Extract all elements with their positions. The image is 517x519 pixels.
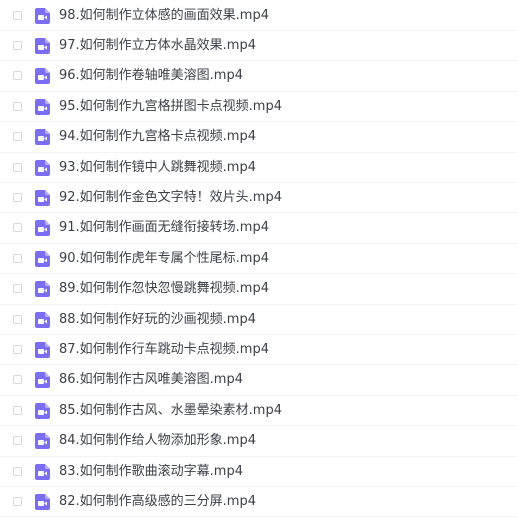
file-row[interactable]: 89.如何制作忽快忽慢跳舞视频.mp4	[0, 275, 517, 305]
video-file-icon	[35, 463, 50, 480]
video-file-icon	[35, 68, 50, 85]
file-row[interactable]: 90.如何制作虎年专属个性尾标.mp4	[0, 244, 517, 275]
video-file-icon	[35, 37, 50, 54]
row-checkbox[interactable]	[13, 71, 22, 81]
row-checkbox[interactable]	[13, 132, 22, 142]
file-name[interactable]: 82.如何制作高级感的三分屏.mp4	[59, 494, 256, 510]
video-file-icon	[35, 129, 50, 146]
video-file-icon	[35, 311, 50, 328]
file-name[interactable]: 89.如何制作忽快忽慢跳舞视频.mp4	[59, 281, 269, 297]
video-file-icon	[35, 493, 50, 510]
row-checkbox[interactable]	[13, 162, 22, 172]
file-list: 98.如何制作立体感的画面效果.mp4 97.如何制作立方体水晶效果.mp4 96.…	[0, 0, 517, 519]
file-row[interactable]: 97.如何制作立方体水晶效果.mp4	[0, 31, 517, 62]
row-checkbox[interactable]	[13, 10, 22, 20]
video-file-icon	[35, 341, 50, 358]
file-name[interactable]: 94.如何制作九宫格卡点视频.mp4	[59, 129, 256, 145]
row-checkbox[interactable]	[13, 284, 22, 294]
row-checkbox[interactable]	[13, 253, 22, 263]
video-file-icon	[35, 189, 50, 206]
file-row[interactable]: 88.如何制作好玩的沙画视频.mp4	[0, 305, 517, 335]
file-row[interactable]: 92.如何制作金色文字特！效片头.mp4	[0, 183, 517, 214]
row-checkbox[interactable]	[13, 192, 22, 202]
file-row[interactable]: 93.如何制作镜中人跳舞视频.mp4	[0, 153, 517, 183]
file-row[interactable]: 95.如何制作九宫格拼图卡点视频.mp4	[0, 92, 517, 123]
video-file-icon	[35, 402, 50, 419]
row-checkbox[interactable]	[13, 40, 22, 50]
file-row[interactable]: 86.如何制作古风唯美溶图.mp4	[0, 366, 517, 396]
file-row[interactable]: 91.如何制作画面无缝衔接转场.mp4	[0, 214, 517, 244]
file-row[interactable]: 82.如何制作高级感的三分屏.mp4	[0, 487, 517, 518]
row-checkbox[interactable]	[13, 344, 22, 354]
video-file-icon	[35, 281, 50, 298]
file-name[interactable]: 91.如何制作画面无缝衔接转场.mp4	[59, 220, 269, 236]
row-checkbox[interactable]	[13, 314, 22, 324]
video-file-icon	[35, 98, 50, 115]
video-file-icon	[35, 7, 50, 24]
file-row[interactable]: 83.如何制作歌曲滚动字幕.mp4	[0, 457, 517, 487]
video-file-icon	[35, 250, 50, 267]
file-name[interactable]: 93.如何制作镜中人跳舞视频.mp4	[59, 160, 256, 176]
file-name[interactable]: 92.如何制作金色文字特！效片头.mp4	[59, 190, 282, 206]
row-checkbox[interactable]	[13, 101, 22, 111]
row-checkbox[interactable]	[13, 436, 22, 446]
file-name[interactable]: 87.如何制作行车跳动卡点视频.mp4	[59, 342, 269, 358]
file-name[interactable]: 86.如何制作古风唯美溶图.mp4	[59, 372, 243, 388]
file-row[interactable]: 84.如何制作给人物添加形象.mp4	[0, 427, 517, 457]
file-row[interactable]: 96.如何制作卷轴唯美溶图.mp4	[0, 62, 517, 92]
file-name[interactable]: 84.如何制作给人物添加形象.mp4	[59, 433, 256, 449]
row-checkbox[interactable]	[13, 375, 22, 385]
file-name[interactable]: 98.如何制作立体感的画面效果.mp4	[59, 8, 269, 24]
video-file-icon	[35, 159, 50, 176]
video-file-icon	[35, 433, 50, 450]
file-row[interactable]: 98.如何制作立体感的画面效果.mp4	[0, 1, 517, 31]
row-checkbox[interactable]	[13, 496, 22, 506]
file-name[interactable]: 85.如何制作古风、水墨晕染素材.mp4	[59, 403, 282, 419]
row-checkbox[interactable]	[13, 223, 22, 233]
file-row[interactable]: 85.如何制作古风、水墨晕染素材.mp4	[0, 396, 517, 427]
file-name[interactable]: 83.如何制作歌曲滚动字幕.mp4	[59, 464, 243, 480]
file-row[interactable]: 94.如何制作九宫格卡点视频.mp4	[0, 123, 517, 153]
row-checkbox[interactable]	[13, 466, 22, 476]
file-name[interactable]: 96.如何制作卷轴唯美溶图.mp4	[59, 68, 243, 84]
file-name[interactable]: 95.如何制作九宫格拼图卡点视频.mp4	[59, 99, 282, 115]
file-name[interactable]: 97.如何制作立方体水晶效果.mp4	[59, 38, 256, 54]
file-row[interactable]: 87.如何制作行车跳动卡点视频.mp4	[0, 335, 517, 366]
video-file-icon	[35, 220, 50, 237]
row-checkbox[interactable]	[13, 405, 22, 415]
file-name[interactable]: 90.如何制作虎年专属个性尾标.mp4	[59, 251, 269, 267]
file-name[interactable]: 88.如何制作好玩的沙画视频.mp4	[59, 312, 256, 328]
video-file-icon	[35, 372, 50, 389]
